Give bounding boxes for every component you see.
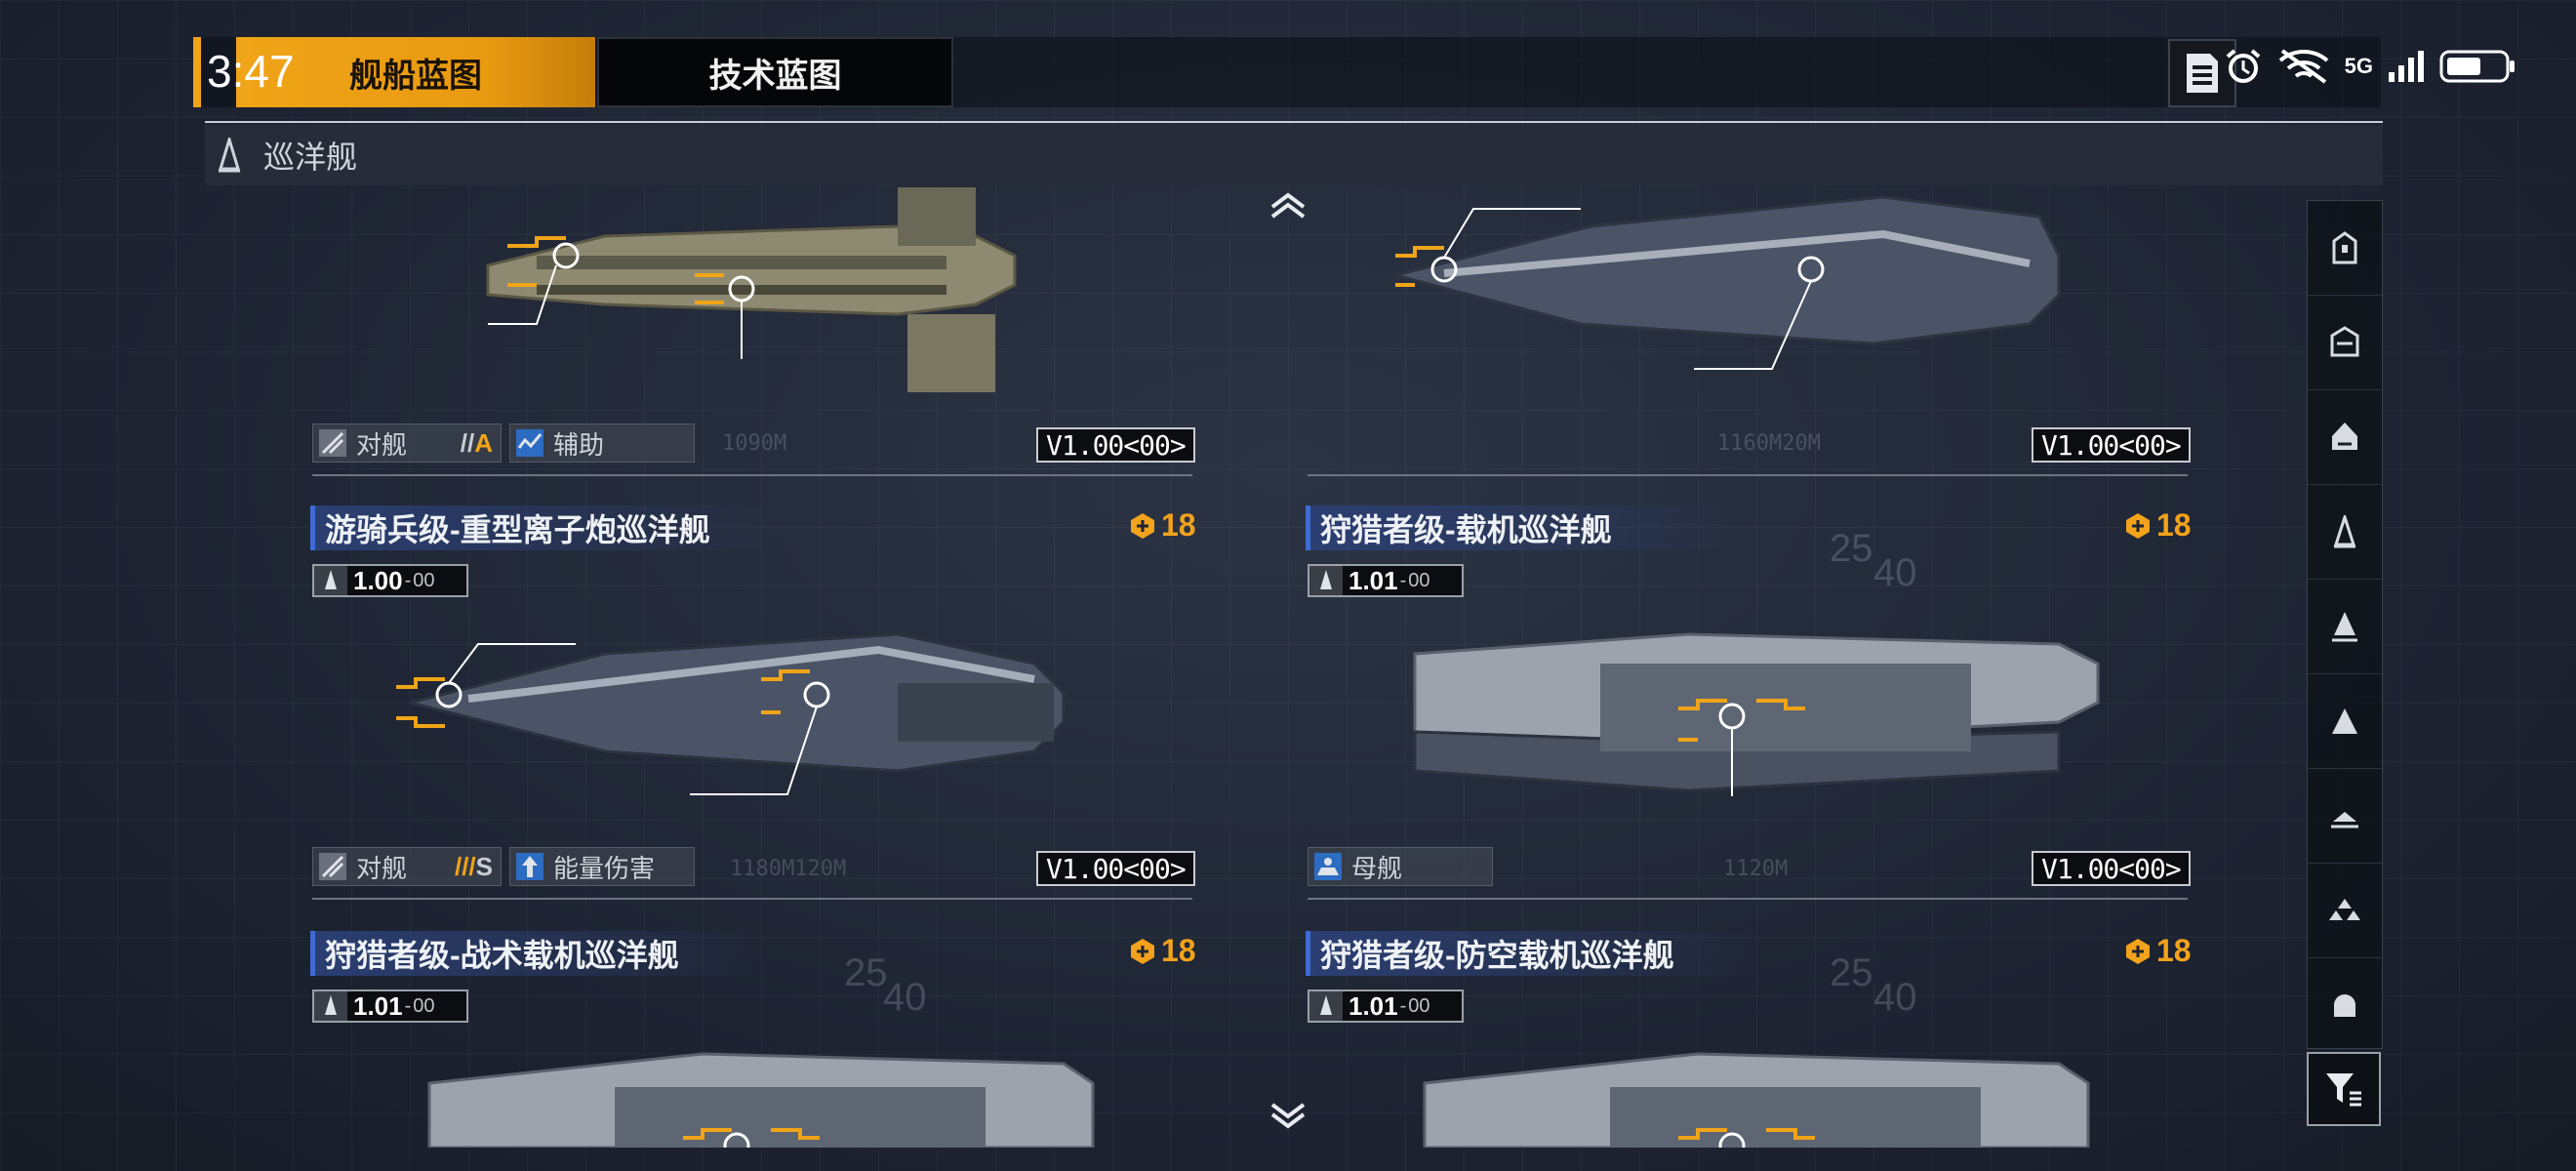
sidebar-item-carrier[interactable] [2308, 769, 2382, 864]
version-label: V1.00<00> [2032, 851, 2191, 886]
ship-version: 1.00-00 [312, 564, 468, 597]
bg-tech-number: 40 [1873, 551, 1917, 594]
card-divider [312, 474, 1192, 476]
grade-badge: ///S [454, 851, 493, 881]
bg-dimension-label: 1180M120M [730, 857, 847, 881]
cost-badge: 18 [2123, 933, 2192, 969]
scroll-down-icon[interactable] [1268, 1101, 1308, 1130]
sidebar-item-auxiliary[interactable] [2308, 674, 2382, 769]
corvette-icon [2334, 994, 2355, 1017]
sidebar-item-cruiser[interactable] [2308, 485, 2382, 580]
anti-ship-icon [315, 425, 350, 461]
sidebar-item-light-cruiser[interactable] [2308, 390, 2382, 485]
bg-dimension-label: 1120M [1723, 857, 1789, 881]
bg-tech-number: 25 [844, 951, 888, 994]
ship-image[interactable] [1415, 1044, 2098, 1148]
role-label: 对舰 [356, 429, 408, 460]
ship-version: 1.01-00 [1308, 989, 1464, 1023]
bg-dimension-label: 1090M [722, 431, 787, 456]
cost-badge: 18 [1128, 933, 1196, 969]
ship-image[interactable] [420, 1044, 1103, 1148]
filter-icon [2326, 1073, 2361, 1107]
cruiser-icon [2333, 515, 2356, 548]
scroll-up-icon[interactable] [1268, 191, 1308, 221]
ship-version: 1.01-00 [1308, 564, 1464, 597]
ship-version: 1.01-00 [312, 989, 468, 1023]
support-icon [512, 425, 547, 461]
bg-tech-number: 25 [1830, 527, 1873, 570]
category-label: 巡洋舰 [263, 140, 358, 175]
light-cruiser-icon [2332, 423, 2357, 450]
status-time: 3:47 [207, 46, 295, 97]
ship-class-icon [1309, 566, 1343, 595]
cost-icon [2126, 938, 2150, 964]
frigate-icon [2332, 231, 2357, 264]
fighter-icon [2329, 899, 2360, 920]
ship-title[interactable]: 游骑兵级-重型离子炮巡洋舰 [310, 505, 779, 550]
ship-image[interactable] [390, 605, 1073, 800]
cost-icon [1131, 938, 1154, 964]
card-divider [1308, 474, 2188, 476]
role-tag: 对舰 ///S [312, 847, 502, 886]
ship-title[interactable]: 狩猎者级-载机巡洋舰 [1306, 505, 1735, 550]
role-tag: 辅助 [509, 424, 695, 463]
ship-image[interactable] [478, 187, 1034, 402]
bg-tech-number: 25 [1830, 951, 1873, 994]
bg-dimension-label: 1160M20M [1717, 431, 1821, 456]
signal-icon [2389, 51, 2424, 82]
role-tag: 母舰 [1308, 847, 1493, 886]
card-divider [312, 898, 1192, 900]
energy-damage-icon [512, 849, 547, 884]
alarm-icon [2226, 49, 2260, 83]
top-bar-accent [193, 37, 201, 107]
ship-class-icon [1309, 991, 1343, 1021]
ship-title[interactable]: 狩猎者级-战术载机巡洋舰 [310, 931, 759, 976]
bg-tech-number: 40 [1873, 976, 1917, 1019]
version-label: V1.00<00> [1036, 427, 1195, 463]
bg-tech-number: 40 [883, 976, 927, 1019]
filter-button[interactable] [2307, 1052, 2381, 1126]
category-bar: 巡洋舰 [205, 125, 2383, 185]
sidebar-item-fighter[interactable] [2308, 864, 2382, 958]
sidebar-item-frigate[interactable] [2308, 201, 2382, 296]
sidebar-item-destroyer[interactable] [2308, 296, 2382, 390]
ship-class-icon [314, 566, 347, 595]
battlecruiser-icon [2332, 612, 2357, 642]
cruiser-icon [218, 138, 241, 173]
grade-badge: //A [460, 427, 493, 458]
role-label: 能量伤害 [553, 853, 656, 883]
anti-ship-icon [315, 849, 350, 884]
destroyer-icon [2330, 326, 2359, 357]
role-tag: 能量伤害 [509, 847, 695, 886]
version-label: V1.00<00> [2032, 427, 2191, 463]
network-type: 5G [2344, 54, 2373, 78]
system-status-bar: 5G [2224, 47, 2517, 86]
carrier-icon [1310, 849, 1346, 884]
cost-badge: 18 [1128, 507, 1196, 544]
cost-badge: 18 [2123, 507, 2192, 544]
sidebar-item-corvette[interactable] [2308, 958, 2382, 1052]
version-label: V1.00<00> [1036, 851, 1195, 886]
document-icon [2187, 54, 2218, 93]
battery-icon [2439, 50, 2515, 83]
ship-image[interactable] [1395, 615, 2108, 810]
sidebar-item-battlecruiser[interactable] [2308, 580, 2382, 674]
cost-icon [1131, 512, 1154, 539]
auxiliary-icon [2332, 708, 2357, 734]
card-divider [1308, 898, 2188, 900]
wifi-icon [2278, 49, 2328, 84]
ship-title[interactable]: 狩猎者级-防空载机巡洋舰 [1306, 931, 1754, 976]
carrier-icon [2331, 812, 2358, 828]
ship-class-sidebar [2307, 200, 2383, 1049]
role-tag: 对舰 //A [312, 424, 502, 463]
header-divider [205, 121, 2383, 123]
ship-class-icon [314, 991, 347, 1021]
role-label: 辅助 [553, 429, 605, 460]
role-label: 对舰 [356, 853, 408, 883]
cost-icon [2126, 512, 2150, 539]
role-label: 母舰 [1351, 853, 1403, 883]
tab-tech-blueprints[interactable]: 技术蓝图 [597, 37, 953, 107]
